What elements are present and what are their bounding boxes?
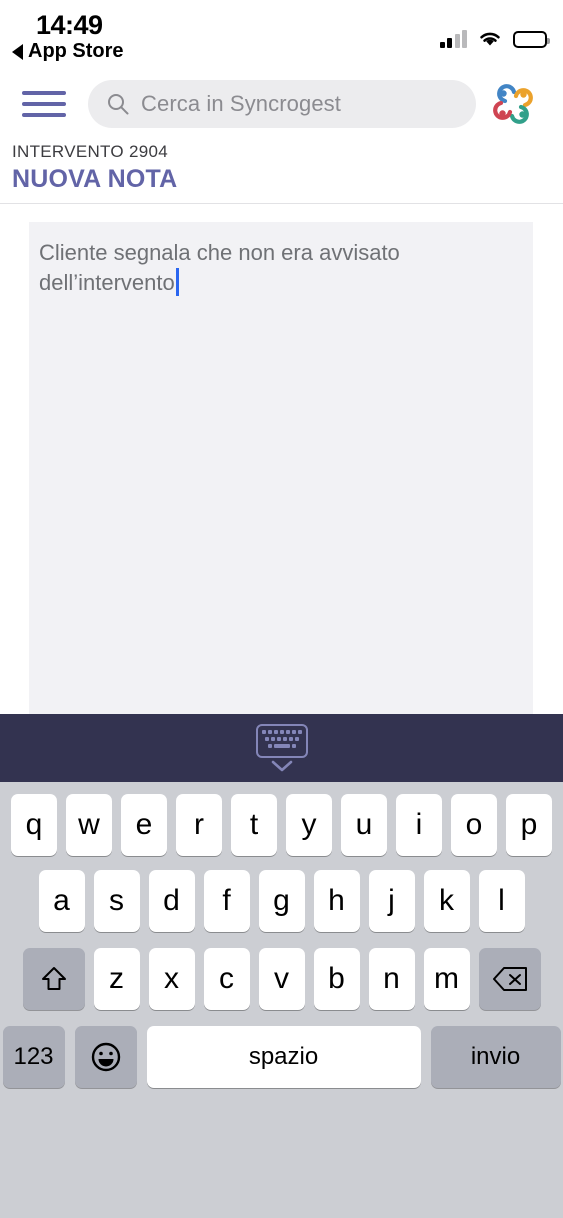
backspace-key[interactable] — [478, 948, 541, 1010]
key-v[interactable]: v — [258, 948, 305, 1010]
breadcrumb: INTERVENTO 2904 — [12, 142, 168, 161]
syncrogest-logo-icon[interactable] — [488, 79, 538, 129]
status-time: 14:49 — [36, 10, 103, 40]
key-m[interactable]: m — [423, 948, 470, 1010]
iphone-screen: 14:49 App Store Cerca in Syncrogest INTE… — [0, 0, 563, 1218]
status-indicators — [439, 22, 550, 48]
page-header: INTERVENTO 2904 NUOVA NOTA — [0, 142, 563, 204]
key-t[interactable]: t — [231, 794, 277, 856]
key-k[interactable]: k — [423, 870, 470, 932]
key-c[interactable]: c — [203, 948, 250, 1010]
keyboard-dismiss-icon — [255, 723, 308, 758]
emoji-smiley-icon — [91, 1042, 120, 1072]
header-divider — [0, 203, 563, 204]
wifi-icon — [480, 32, 500, 46]
key-u[interactable]: u — [341, 794, 387, 856]
search-icon — [108, 94, 129, 115]
keyboard-row-2: a s d f g h j k l — [0, 860, 563, 938]
app-navbar: Cerca in Syncrogest — [0, 68, 563, 140]
keyboard-accessory-bar — [0, 714, 563, 782]
key-r[interactable]: r — [176, 794, 222, 856]
key-a[interactable]: a — [38, 870, 85, 932]
keyboard-row-3: z x c v b n m — [0, 938, 563, 1016]
search-input[interactable]: Cerca in Syncrogest — [88, 80, 476, 128]
key-y[interactable]: y — [286, 794, 332, 856]
shift-icon — [41, 967, 66, 990]
status-bar: 14:49 App Store — [0, 0, 563, 68]
key-z[interactable]: z — [93, 948, 140, 1010]
key-b[interactable]: b — [313, 948, 360, 1010]
key-w[interactable]: w — [66, 794, 112, 856]
key-j[interactable]: j — [368, 870, 415, 932]
keyboard-row-4: 123 spazio invio — [0, 1016, 563, 1094]
key-p[interactable]: p — [506, 794, 552, 856]
back-label: App Store — [28, 40, 124, 62]
note-text: Cliente segnala che non era avvisato del… — [39, 240, 406, 295]
cellular-signal-icon — [439, 30, 467, 48]
key-d[interactable]: d — [148, 870, 195, 932]
key-g[interactable]: g — [258, 870, 305, 932]
key-o[interactable]: o — [451, 794, 497, 856]
hamburger-menu-icon[interactable] — [22, 91, 66, 117]
shift-key[interactable] — [22, 948, 85, 1010]
backspace-icon — [492, 967, 527, 991]
space-key[interactable]: spazio — [146, 1026, 421, 1088]
keyboard-row-1: q w e r t y u i o p — [0, 782, 563, 860]
battery-icon — [513, 31, 550, 48]
keyboard-dismiss-button[interactable] — [255, 723, 308, 773]
emoji-key[interactable] — [74, 1026, 137, 1088]
text-cursor — [175, 268, 179, 296]
note-textarea[interactable]: Cliente segnala che non era avvisato del… — [29, 222, 533, 714]
key-n[interactable]: n — [368, 948, 415, 1010]
page-title: NUOVA NOTA — [12, 165, 178, 193]
key-e[interactable]: e — [121, 794, 167, 856]
on-screen-keyboard: q w e r t y u i o p a s d f g h j k l z … — [0, 782, 563, 1218]
numbers-key[interactable]: 123 — [2, 1026, 65, 1088]
key-x[interactable]: x — [148, 948, 195, 1010]
key-s[interactable]: s — [93, 870, 140, 932]
key-f[interactable]: f — [203, 870, 250, 932]
key-h[interactable]: h — [313, 870, 360, 932]
enter-key[interactable]: invio — [430, 1026, 561, 1088]
back-to-app-store-button[interactable]: App Store — [12, 40, 124, 63]
key-i[interactable]: i — [396, 794, 442, 856]
chevron-down-icon — [271, 760, 292, 771]
key-q[interactable]: q — [11, 794, 57, 856]
back-triangle-icon — [12, 43, 23, 60]
key-l[interactable]: l — [478, 870, 525, 932]
search-placeholder: Cerca in Syncrogest — [141, 91, 341, 116]
